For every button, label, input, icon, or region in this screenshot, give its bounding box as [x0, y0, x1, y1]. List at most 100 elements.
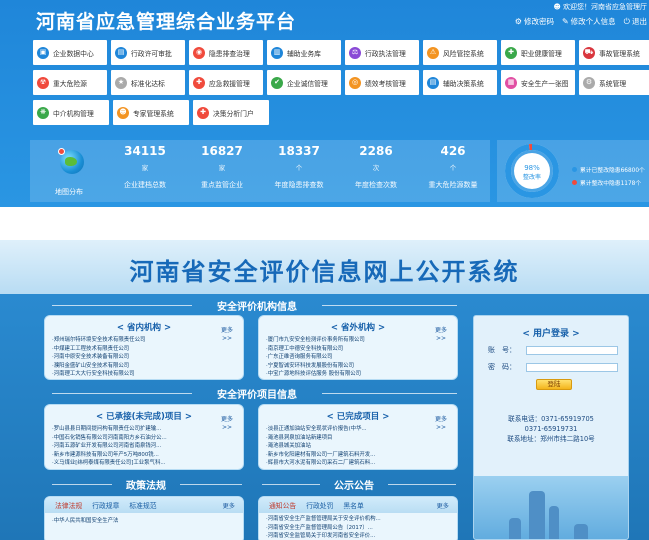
module-icon: ✚	[193, 76, 205, 89]
list-item[interactable]: ·辉县市大河水泥有限公司采石二厂建筑石料...	[266, 459, 427, 468]
module-button[interactable]: ▥ 辅助业务库	[267, 40, 341, 65]
list-item[interactable]: ·中国石化销售有限公司河南南阳方乡石油分公...	[52, 434, 213, 443]
list-item[interactable]: ·厦门市九安安全检测评价事务所有限公司	[266, 336, 427, 345]
stat-unit: 个	[295, 164, 303, 172]
list-item[interactable]: ·新乡市建源科技有限公司年产5万吨800铣...	[52, 451, 213, 460]
map-label: 地图分布	[55, 188, 83, 196]
module-label: 行政许可审批	[131, 49, 172, 58]
module-button[interactable]: ✚ 决策分析门户	[193, 100, 269, 125]
tab-item[interactable]: 法律法规	[55, 500, 82, 510]
module-button[interactable]: ◉ 隐患排查治理	[189, 40, 263, 65]
module-row: ❋ 中介机构管理 ☻ 专家管理系统 ✚ 决策分析门户	[33, 100, 649, 125]
portal-title: 河南省安全评价信息网上公开系统	[129, 258, 520, 286]
pending-projects-more[interactable]: 更多 >>	[221, 416, 233, 432]
list-item[interactable]: ·中煤建工工程技术有限责任公司	[52, 345, 213, 354]
module-label: 重大危险源	[53, 79, 87, 88]
welcome-label: 欢迎您！河南省应急管理厅	[563, 3, 647, 11]
section-divider	[52, 484, 112, 485]
password-input[interactable]	[526, 362, 618, 372]
province-orgs-more[interactable]: 更多 >>	[221, 327, 233, 343]
module-button[interactable]: ⚠ 风险管控系统	[423, 40, 497, 65]
module-label: 风险管控系统	[443, 49, 484, 58]
list-item[interactable]: ·义马煤业[纬柯泰煤有限责任公司]工业泵气科...	[52, 459, 213, 468]
list-item[interactable]: ·中华人民共和国安全生产法	[52, 517, 213, 526]
module-button[interactable]: ❋ 中介机构管理	[33, 100, 109, 125]
module-icon: ✔	[271, 76, 283, 89]
list-item[interactable]: ·广东正维咨询服务有限公司	[266, 353, 427, 362]
logout-link[interactable]: ⏻ 退出	[624, 16, 647, 27]
stat-unit: 家	[218, 164, 226, 172]
more-arrow: >>	[221, 424, 233, 431]
module-button[interactable]: ▦ 安全生产一张图	[501, 70, 575, 95]
stat-unit: 家	[141, 164, 149, 172]
more-arrow: >>	[435, 335, 447, 342]
tab-more-link[interactable]: 更多	[223, 501, 235, 510]
pending-projects-list: ·罗山县县日期间提问构有限责任公司扩建输... ·中国石化销售有限公司河南南阳方乡…	[52, 425, 213, 468]
notices-tabs: 通知公告 行政处罚 黑名单 更多	[259, 497, 457, 513]
contact-info: 联系电话：0371-65919705 0371-65919731 联系地址：郑州…	[474, 414, 628, 444]
module-button[interactable]: ☢ 重大危险源	[33, 70, 107, 95]
module-icon: ⚙	[583, 76, 595, 89]
tab-more-link[interactable]: 更多	[437, 501, 449, 510]
list-item[interactable]: ·宁夏智诚安环科技发展股份有限公司	[266, 362, 427, 371]
outside-orgs-more[interactable]: 更多 >>	[435, 327, 447, 343]
stat-item: 426 个重大危险源数量	[418, 144, 488, 190]
contact-phone-2: 0371-65919731	[524, 425, 578, 433]
change-password-link[interactable]: ⚙ 修改密码	[515, 16, 554, 27]
list-item[interactable]: ·河南省安全生产监督管理局关于安全评价机构...	[266, 515, 427, 524]
outside-orgs-title: < 省外机构 >	[330, 323, 386, 333]
module-button[interactable]: ▤ 辅助决策系统	[423, 70, 497, 95]
list-item[interactable]: ·河南省安全监管局关于印发河南省安全评价...	[266, 532, 427, 540]
module-label: 行政执法管理	[365, 49, 406, 58]
module-button[interactable]: ⚙ 系统管理	[579, 70, 649, 95]
module-button[interactable]: ✚ 应急救援管理	[189, 70, 263, 95]
module-icon: ❋	[37, 106, 49, 119]
list-item[interactable]: ·濮阳金盛矿山安全技术有限公司	[52, 362, 213, 371]
module-button[interactable]: ◎ 绩效考核管理	[345, 70, 419, 95]
section-divider	[52, 305, 192, 306]
list-item[interactable]: ·新乡市化阳建材有限公司一厂建筑石料开发...	[266, 451, 427, 460]
list-item[interactable]: ·郑州瑞尔特环境安全技术有限责任公司	[52, 336, 213, 345]
module-button[interactable]: ⛟ 事故管理系统	[579, 40, 649, 65]
list-item[interactable]: ·淡县正通加油站安全现状评价报告(中华...	[266, 425, 427, 434]
module-icon: ☢	[37, 76, 49, 89]
map-distribution[interactable]: 地图分布	[30, 140, 110, 202]
ring-percent: 98%	[524, 164, 540, 172]
list-item[interactable]: ·渑池县城关加油站	[266, 442, 427, 451]
regulations-list: ·中华人民共和国安全生产法	[52, 517, 213, 526]
module-icon: ▤	[427, 76, 439, 89]
list-item[interactable]: ·河南省安全生产监督管理局公告〔2017〕...	[266, 524, 427, 533]
legend-text: 累计已整改隐患66800个	[580, 168, 645, 174]
module-label: 中介机构管理	[53, 109, 94, 118]
tab-item[interactable]: 行政处罚	[306, 500, 333, 510]
done-projects-list: ·淡县正通加油站安全现状评价报告(中华... ·渑池县洞泉加油站新建项目 ·渑池县城…	[266, 425, 427, 468]
list-item[interactable]: ·河南中原安全技术装备有限公司	[52, 353, 213, 362]
module-label: 绩效考核管理	[365, 79, 406, 88]
list-item[interactable]: ·渑池县洞泉加油站新建项目	[266, 434, 427, 443]
module-button[interactable]: ☻ 专家管理系统	[113, 100, 189, 125]
account-input[interactable]	[526, 345, 618, 355]
list-item[interactable]: ·河南理工大大行安全科技有限公司	[52, 370, 213, 379]
module-button[interactable]: ✚ 职业健康管理	[501, 40, 575, 65]
tab-item[interactable]: 行政规章	[92, 500, 119, 510]
password-label: 密 码：	[488, 363, 516, 371]
done-projects-more[interactable]: 更多 >>	[435, 416, 447, 432]
module-icon: ☻	[117, 106, 129, 119]
outside-orgs-list: ·厦门市九安安全检测评价事务所有限公司 ·南京理工中德安全科技有限公司 ·广东正维咨…	[266, 336, 427, 379]
tab-item[interactable]: 通知公告	[269, 500, 296, 510]
regulations-tabs: 法律法规 行政规章 标准规范 更多	[45, 497, 243, 513]
projects-section-title: 安全评价项目信息	[217, 390, 297, 401]
list-item[interactable]: ·南京理工中德安全科技有限公司	[266, 345, 427, 354]
list-item[interactable]: ·河南五源矿业开发有限公司河南省南泉钱河...	[52, 442, 213, 451]
tab-item[interactable]: 标准规范	[129, 500, 156, 510]
module-button[interactable]: ✔ 企业诚信管理	[267, 70, 341, 95]
list-item[interactable]: ·中宝广源地科技评估服务 股份有限公司	[266, 370, 427, 379]
login-button[interactable]: 登陆	[536, 379, 572, 390]
edit-profile-link[interactable]: ✎ 修改个人信息	[562, 16, 616, 27]
list-item[interactable]: ·罗山县县日期间提问构有限责任公司扩建输...	[52, 425, 213, 434]
module-button[interactable]: ⚖ 行政执法管理	[345, 40, 419, 65]
module-button[interactable]: ▤ 行政许可审批	[111, 40, 185, 65]
tab-item[interactable]: 黑名单	[343, 500, 363, 510]
module-button[interactable]: ★ 标准化达标	[111, 70, 185, 95]
module-button[interactable]: ▣ 企业数据中心	[33, 40, 107, 65]
